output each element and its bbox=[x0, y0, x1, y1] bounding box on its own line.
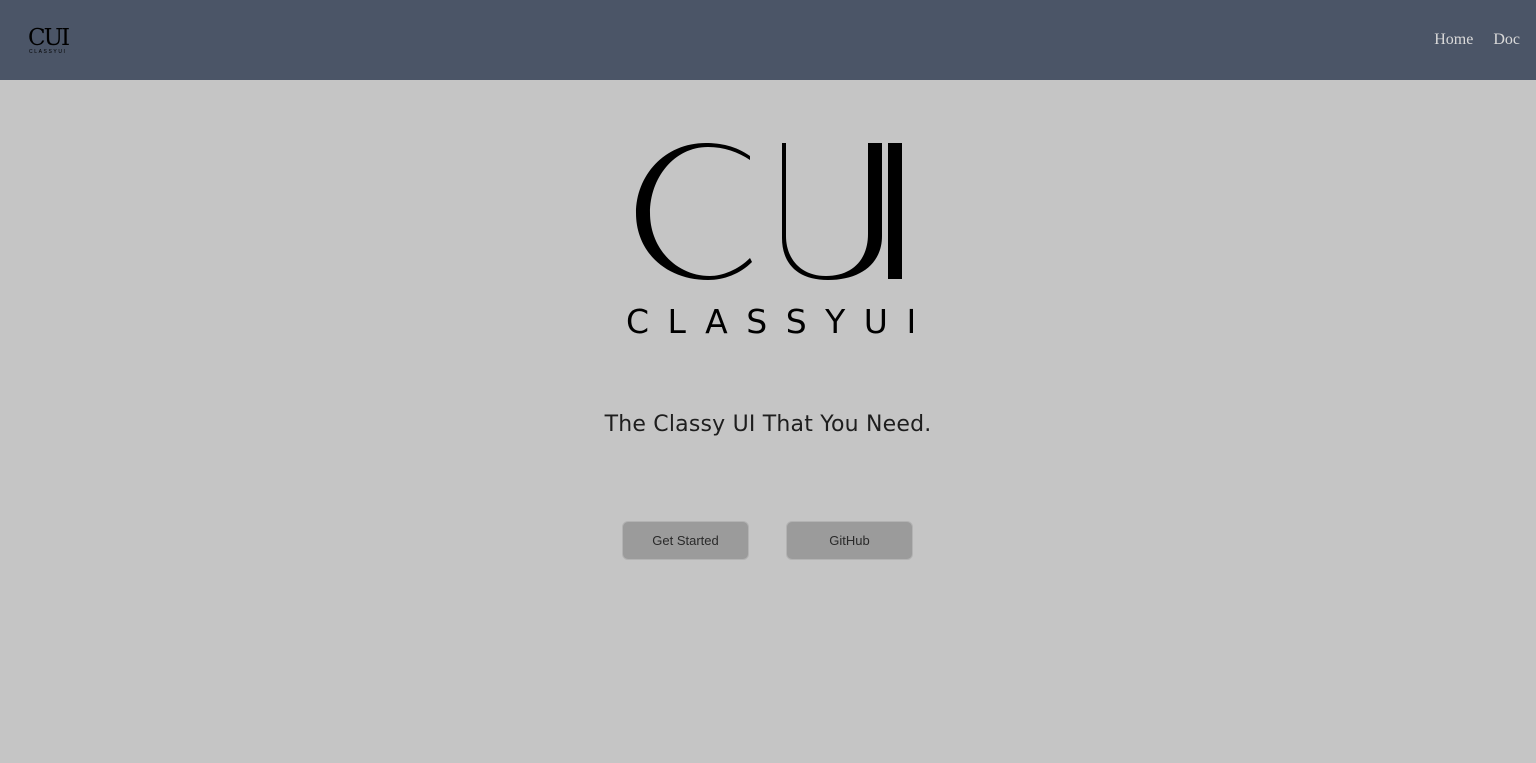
logo-letter-c bbox=[636, 143, 752, 280]
nav-link-home[interactable]: Home bbox=[1434, 30, 1473, 50]
navbar: CUI CLASSYUI Home Doc bbox=[0, 0, 1536, 80]
nav-links: Home Doc bbox=[1434, 30, 1520, 50]
get-started-button[interactable]: Get Started bbox=[622, 521, 749, 560]
navbar-logo[interactable]: CUI CLASSYUI bbox=[28, 26, 72, 56]
navbar-logo-mark: CUI bbox=[28, 25, 70, 51]
github-button[interactable]: GitHub bbox=[786, 521, 913, 560]
navbar-logo-wordmark: CLASSYUI bbox=[29, 49, 67, 55]
nav-link-doc[interactable]: Doc bbox=[1493, 30, 1520, 50]
hero-tagline: The Classy UI That You Need. bbox=[604, 412, 932, 437]
logo-letter-i bbox=[888, 143, 902, 279]
logo-letter-u bbox=[782, 143, 882, 280]
hero-logo-wordmark: CLASSYUI bbox=[626, 302, 920, 341]
